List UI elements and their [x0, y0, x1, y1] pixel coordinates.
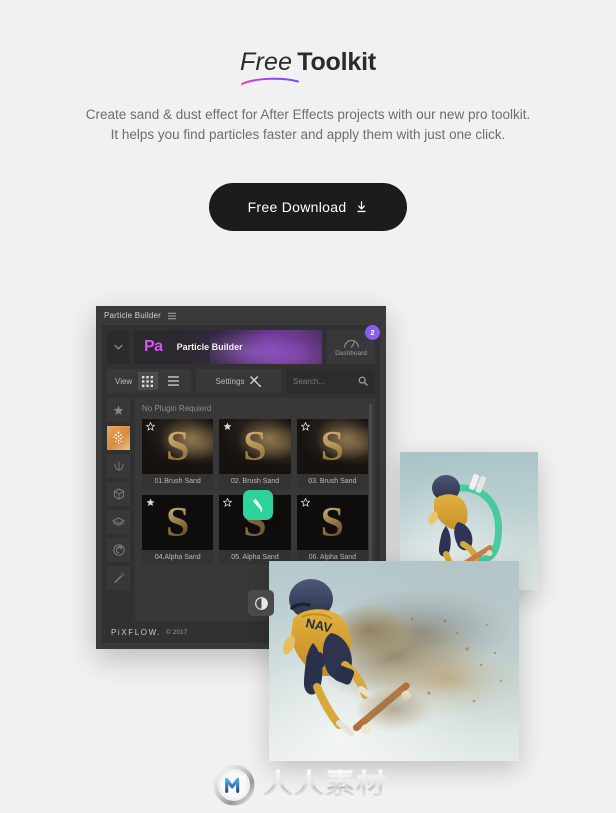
watermark: 人人素材: [213, 762, 405, 808]
sidebar-rail: [107, 398, 130, 628]
skater-dust-art: NAV: [283, 579, 519, 736]
product-name: Particle Builder: [176, 342, 243, 352]
product-banner: Pa Particle Builder: [134, 330, 322, 364]
hamburger-icon[interactable]: [168, 312, 177, 320]
star-icon[interactable]: [300, 422, 310, 431]
dashboard-badge: 2: [365, 325, 380, 340]
thumbnail-label: 02. Brush Sand: [219, 474, 291, 489]
thumbnail-label: 04.Alpha Sand: [142, 550, 214, 565]
brush-icon: [252, 498, 262, 512]
thumbnail-letter: S: [320, 423, 345, 470]
thumbnail-art: S: [296, 419, 368, 474]
brush-badge[interactable]: [243, 490, 273, 520]
brand-row: Pa Particle Builder Dashboard 2: [102, 325, 380, 364]
spiral-icon: [112, 544, 125, 556]
thumbnail-letter: S: [165, 423, 190, 470]
thumbnail-letter: S: [320, 499, 345, 546]
star-icon[interactable]: [223, 422, 232, 431]
page-title-bold: Toolkit: [297, 48, 376, 76]
gauge-icon: [343, 339, 359, 348]
thumbnail-letter: S: [165, 499, 190, 546]
sidebar-item-magic[interactable]: [107, 566, 130, 590]
page-subtitle: Create sand & dust effect for After Effe…: [0, 105, 616, 145]
thumbnail-art: S: [142, 495, 214, 550]
star-icon[interactable]: [146, 498, 155, 507]
tools-icon: [250, 375, 262, 387]
pa-logo: Pa: [144, 338, 163, 355]
particles-icon: [113, 431, 124, 444]
watermark-text: 人人素材: [263, 767, 387, 802]
sidebar-item-spiral[interactable]: [107, 538, 130, 562]
settings-label: Settings: [215, 376, 245, 386]
thumbnail-letter: S: [243, 423, 267, 470]
view-label: View: [115, 376, 133, 386]
search-placeholder: Search...: [293, 376, 326, 386]
collapse-panel-button[interactable]: [107, 330, 129, 364]
page-subtitle-line-1: Create sand & dust effect for After Effe…: [85, 107, 531, 122]
window-titlebar: Particle Builder: [96, 306, 386, 325]
contrast-icon: [254, 596, 268, 610]
dashboard-button[interactable]: Dashboard 2: [327, 325, 380, 364]
page-subtitle-line-2: It helps you find particles faster and a…: [110, 127, 506, 142]
layers-icon: [112, 517, 125, 526]
laurel-wreath-icon: [113, 461, 124, 471]
section-heading: No Plugin Requierd: [142, 404, 212, 413]
dashboard-label: Dashboard: [335, 350, 367, 357]
free-download-button[interactable]: Free Download: [209, 183, 407, 231]
download-icon: [357, 200, 366, 212]
sidebar-item-layers[interactable]: [107, 510, 130, 534]
grid-view-button[interactable]: [138, 372, 158, 390]
thumbnail-art: S: [296, 495, 368, 550]
list-view-button[interactable]: [164, 372, 183, 390]
chevron-down-icon: [113, 344, 123, 350]
list-view-icon: [167, 376, 179, 386]
app-toolbar: View Settings Search...: [102, 364, 380, 398]
star-icon[interactable]: [146, 422, 155, 431]
search-icon: [358, 376, 368, 386]
alpha-badge[interactable]: [248, 590, 274, 616]
window-title: Particle Builder: [104, 311, 162, 320]
cube-icon: [113, 488, 124, 500]
photo-skater-dust-effect: NAV: [269, 561, 519, 761]
thumbnail-item[interactable]: S 03. Brush Sand: [296, 419, 368, 489]
thumbnail-item[interactable]: S 04.Alpha Sand: [142, 495, 214, 565]
sidebar-item-particles[interactable]: [107, 426, 130, 450]
thumbnail-label: 01.Brush Sand: [142, 474, 214, 489]
thumbnail-item[interactable]: S 01.Brush Sand: [142, 419, 214, 489]
page-title-light: Free: [240, 48, 293, 76]
thumbnail-art: S: [219, 419, 291, 474]
pixflow-brand: PiXFLOW.: [111, 627, 162, 637]
star-icon: [113, 405, 124, 415]
magic-wand-icon: [114, 572, 124, 583]
sidebar-item-favorites[interactable]: [107, 398, 130, 422]
star-icon[interactable]: [223, 498, 233, 507]
rrsc-circle-logo-icon: [213, 764, 255, 806]
view-controls: View: [107, 369, 191, 393]
sidebar-item-awards[interactable]: [107, 454, 130, 478]
thumbnail-art: S: [142, 419, 214, 474]
thumbnail-item[interactable]: S 06. Alpha Sand: [296, 495, 368, 565]
grid-view-icon: [142, 375, 154, 387]
free-download-label: Free Download: [247, 199, 347, 215]
search-input[interactable]: Search...: [286, 369, 375, 393]
sidebar-item-3d[interactable]: [107, 482, 130, 506]
copyright-text: © 2017: [166, 628, 188, 636]
star-icon[interactable]: [300, 498, 310, 507]
thumbnail-label: 03. Brush Sand: [296, 474, 368, 489]
thumbnail-item[interactable]: S 02. Brush Sand: [219, 419, 291, 489]
page-title: Free Toolkit: [0, 46, 616, 78]
settings-button[interactable]: Settings: [196, 369, 281, 393]
